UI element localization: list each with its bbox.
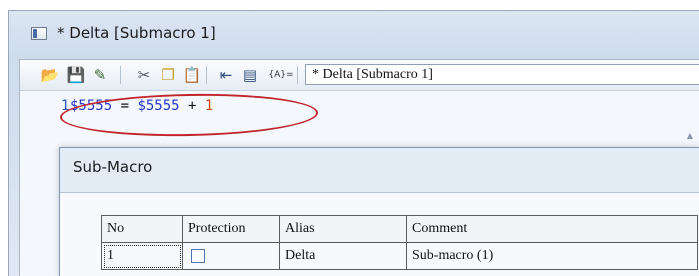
toolbar-separator: [206, 66, 207, 84]
table-header-row: No Protection Alias Comment: [101, 215, 698, 243]
cell-alias[interactable]: Delta: [279, 242, 407, 270]
cut-icon[interactable]: ✂: [134, 65, 154, 85]
copy-icon[interactable]: ❐: [158, 65, 178, 85]
window-title: * Delta [Submacro 1]: [57, 24, 216, 42]
open-folder-icon[interactable]: 📂: [40, 65, 60, 85]
column-header-no[interactable]: No: [101, 215, 183, 243]
sub-macro-table: No Protection Alias Comment 1 Delta Sub-…: [101, 215, 698, 270]
sub-macro-dialog: Sub-Macro No Protection Alias Comment 1 …: [59, 147, 699, 276]
window-app-icon[interactable]: [31, 27, 47, 40]
edit-icon[interactable]: ✎: [90, 65, 110, 85]
outdent-icon[interactable]: ⇤: [216, 65, 236, 85]
macro-editor-window: * Delta [Submacro 1] 📂 💾 ✎ ✂ ❐ 📋 ⇤ ▤ {A}…: [8, 10, 699, 276]
properties-icon[interactable]: ▤: [240, 65, 260, 85]
cell-no[interactable]: 1: [101, 242, 183, 270]
table-row[interactable]: 1 Delta Sub-macro (1): [101, 242, 698, 270]
dialog-body: No Protection Alias Comment 1 Delta Sub-…: [60, 192, 699, 276]
column-header-comment[interactable]: Comment: [406, 215, 698, 243]
title-bar[interactable]: * Delta [Submacro 1]: [9, 11, 699, 55]
address-icon[interactable]: {A}=: [268, 65, 293, 85]
cell-protection[interactable]: [182, 242, 280, 270]
save-icon[interactable]: 💾: [66, 65, 86, 85]
scroll-up-arrow-icon[interactable]: ▲: [687, 131, 693, 140]
macro-select-combo[interactable]: * Delta [Submacro 1]: [305, 64, 699, 85]
toolbar-separator: [120, 66, 121, 84]
toolbar-separator: [297, 66, 298, 84]
protection-checkbox[interactable]: [191, 248, 205, 263]
column-header-protection[interactable]: Protection: [182, 215, 280, 243]
paste-icon[interactable]: 📋: [182, 65, 202, 85]
dialog-title: Sub-Macro: [73, 158, 153, 176]
toolbar: 📂 💾 ✎ ✂ ❐ 📋 ⇤ ▤ {A}= * Delta [Submacro 1…: [20, 60, 699, 91]
cell-comment[interactable]: Sub-macro (1): [406, 242, 698, 270]
column-header-alias[interactable]: Alias: [279, 215, 407, 243]
